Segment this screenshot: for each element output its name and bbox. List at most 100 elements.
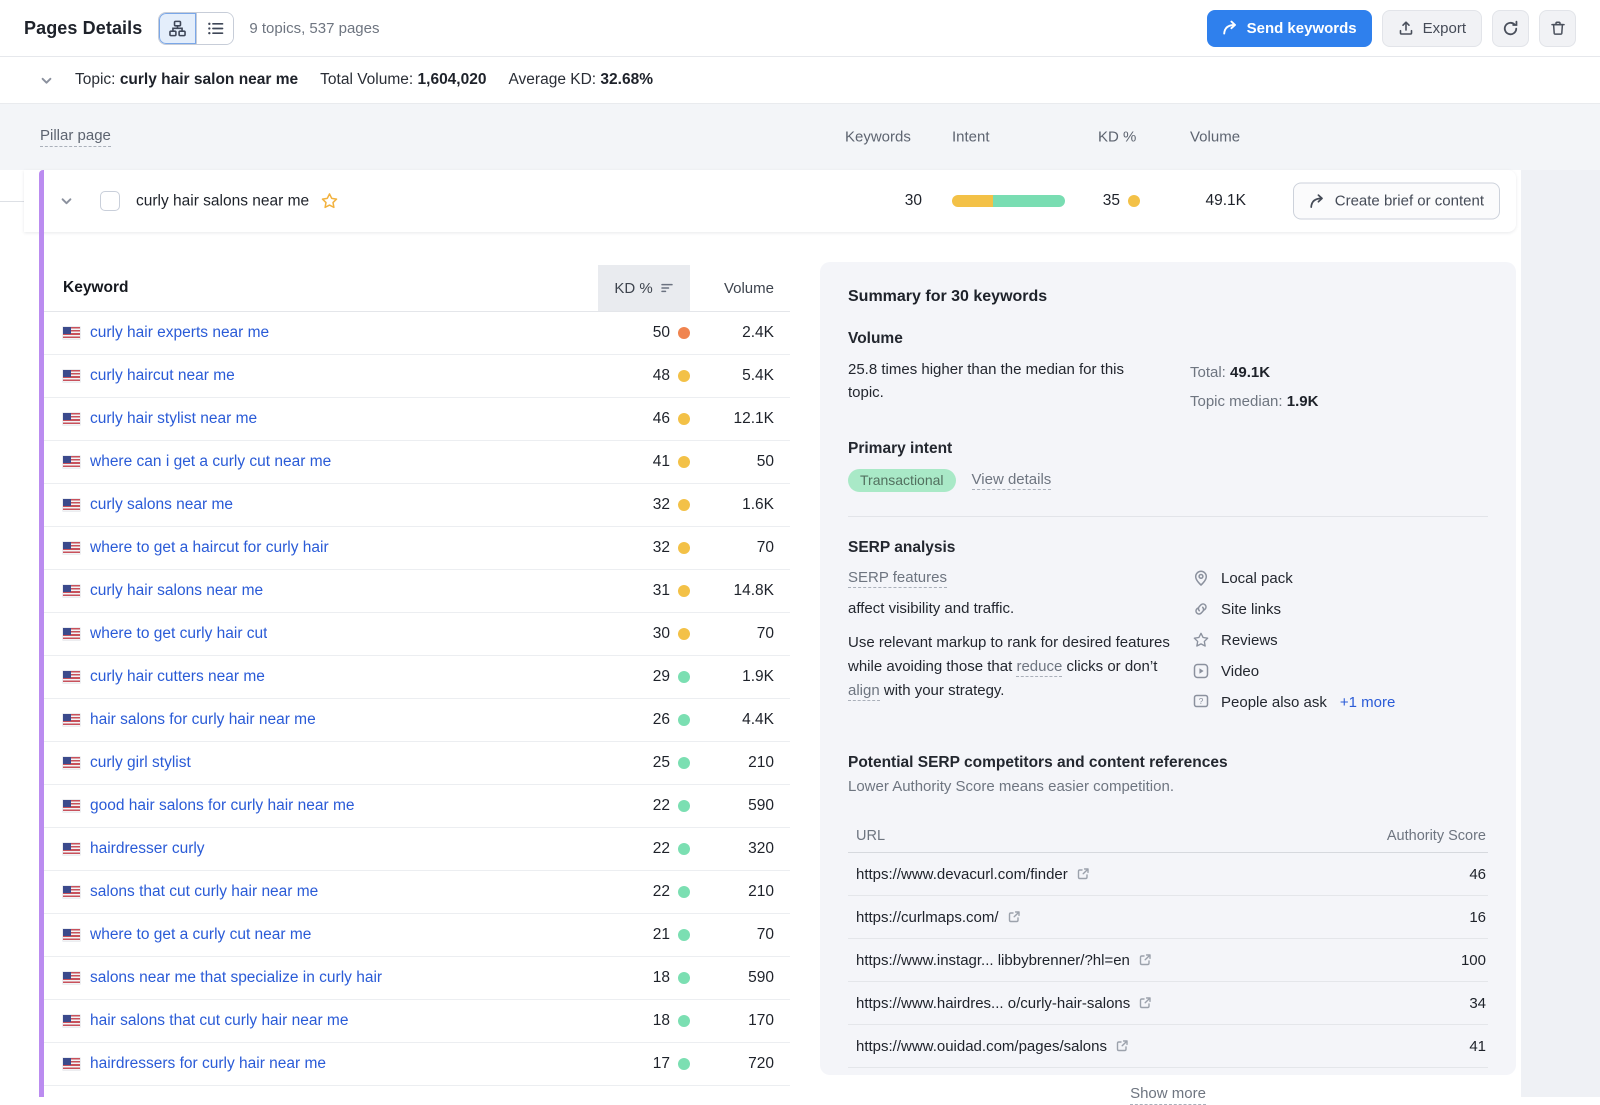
intent-badge: Transactional bbox=[848, 469, 956, 492]
favorite-star-icon[interactable] bbox=[320, 192, 339, 211]
keyword-link[interactable]: curly salons near me bbox=[90, 496, 233, 514]
summary-panel: Summary for 30 keywords Volume 25.8 time… bbox=[820, 262, 1516, 1075]
kd-value: 26 bbox=[653, 711, 670, 729]
keyword-table-header: Keyword KD % Volume bbox=[44, 265, 790, 312]
send-keywords-button[interactable]: Send keywords bbox=[1207, 10, 1372, 47]
competitor-url-link[interactable]: https://www.hairdres... o/curly-hair-sal… bbox=[856, 995, 1130, 1012]
kd-level-dot bbox=[678, 843, 690, 855]
external-link-icon[interactable] bbox=[1115, 1039, 1129, 1053]
serp-features-link[interactable]: SERP features bbox=[848, 569, 947, 588]
kd-level-dot bbox=[678, 628, 690, 640]
volume-value: 210 bbox=[690, 883, 774, 901]
keyword-row: curly haircut near me 48 5.4K bbox=[44, 355, 790, 398]
map-pin-icon bbox=[1192, 569, 1210, 587]
competitors-heading: Potential SERP competitors and content r… bbox=[848, 754, 1488, 772]
competitor-url-link[interactable]: https://www.devacurl.com/finder bbox=[856, 866, 1068, 883]
kd-value: 18 bbox=[653, 1012, 670, 1030]
align-link[interactable]: align bbox=[848, 682, 880, 701]
competitor-url-link[interactable]: https://www.ouidad.com/pages/salons bbox=[856, 1038, 1107, 1055]
keyword-link[interactable]: curly hair experts near me bbox=[90, 324, 269, 342]
list-view-button[interactable] bbox=[196, 13, 233, 44]
pillar-page-column-header[interactable]: Pillar page bbox=[40, 127, 111, 147]
external-link-icon[interactable] bbox=[1076, 867, 1090, 881]
keyword-row: curly hair experts near me 50 2.4K bbox=[44, 312, 790, 355]
volume-value: 170 bbox=[690, 1012, 774, 1030]
keyword-link[interactable]: hair salons that cut curly hair near me bbox=[90, 1012, 348, 1030]
kd-value: 29 bbox=[653, 668, 670, 686]
competitor-url-link[interactable]: https://www.instagr... libbybrenner/?hl=… bbox=[856, 952, 1130, 969]
pillar-page-title[interactable]: curly hair salons near me bbox=[136, 192, 309, 210]
kd-level-dot bbox=[678, 542, 690, 554]
kd-level-dot bbox=[678, 1058, 690, 1070]
trash-icon bbox=[1550, 20, 1566, 36]
authority-score-value: 16 bbox=[1366, 909, 1486, 926]
kd-sort-header[interactable]: KD % bbox=[598, 265, 690, 311]
create-brief-button[interactable]: Create brief or content bbox=[1293, 183, 1500, 220]
competitor-url-link[interactable]: https://curlmaps.com/ bbox=[856, 909, 999, 926]
topic-collapse-chevron-icon[interactable] bbox=[40, 74, 53, 87]
kd-level-dot bbox=[678, 456, 690, 468]
refresh-icon bbox=[1502, 20, 1519, 37]
keyword-link[interactable]: salons that cut curly hair near me bbox=[90, 883, 318, 901]
more-features-link[interactable]: +1 more bbox=[1340, 694, 1395, 711]
competitor-row: https://www.hairdres... o/curly-hair-sal… bbox=[848, 982, 1488, 1025]
keyword-link[interactable]: salons near me that specialize in curly … bbox=[90, 969, 382, 987]
keyword-link[interactable]: where to get curly hair cut bbox=[90, 625, 267, 643]
pillar-volume-value: 49.1K bbox=[1146, 192, 1246, 210]
kd-value: 46 bbox=[653, 410, 670, 428]
volume-description: 25.8 times higher than the median for th… bbox=[848, 358, 1160, 416]
keyword-link[interactable]: hairdresser curly bbox=[90, 840, 205, 858]
us-flag-icon bbox=[63, 585, 80, 597]
keyword-link[interactable]: hairdressers for curly hair near me bbox=[90, 1055, 326, 1073]
kd-level-dot bbox=[678, 1015, 690, 1027]
keyword-header: Keyword bbox=[44, 265, 598, 311]
kd-value: 30 bbox=[653, 625, 670, 643]
competitor-rows: https://www.devacurl.com/finder 46 https… bbox=[848, 853, 1488, 1068]
delete-button[interactable] bbox=[1539, 10, 1576, 47]
total-value: 49.1K bbox=[1230, 364, 1270, 381]
keyword-row: where to get a curly cut near me 21 70 bbox=[44, 914, 790, 957]
hierarchy-view-button[interactable] bbox=[159, 13, 196, 44]
us-flag-icon bbox=[63, 800, 80, 812]
kd-level-dot bbox=[678, 714, 690, 726]
kd-level-dot bbox=[678, 972, 690, 984]
primary-intent-heading: Primary intent bbox=[848, 440, 1488, 458]
refresh-button[interactable] bbox=[1492, 10, 1529, 47]
keyword-link[interactable]: where can i get a curly cut near me bbox=[90, 453, 331, 471]
external-link-icon[interactable] bbox=[1138, 996, 1152, 1010]
keyword-link[interactable]: where to get a haircut for curly hair bbox=[90, 539, 329, 557]
export-button[interactable]: Export bbox=[1382, 10, 1482, 47]
pillar-checkbox[interactable] bbox=[100, 191, 120, 211]
keyword-link[interactable]: curly hair salons near me bbox=[90, 582, 263, 600]
keyword-row: hair salons that cut curly hair near me … bbox=[44, 1000, 790, 1043]
keyword-link[interactable]: good hair salons for curly hair near me bbox=[90, 797, 355, 815]
keyword-row: hair salons for curly hair near me 26 4.… bbox=[44, 699, 790, 742]
kd-level-dot bbox=[1128, 195, 1140, 207]
keywords-column-header: Keywords bbox=[845, 129, 911, 146]
us-flag-icon bbox=[63, 499, 80, 511]
kd-value: 41 bbox=[653, 453, 670, 471]
volume-value: 4.4K bbox=[690, 711, 774, 729]
keyword-row: where can i get a curly cut near me 41 5… bbox=[44, 441, 790, 484]
us-flag-icon bbox=[63, 671, 80, 683]
kd-level-dot bbox=[678, 370, 690, 382]
keyword-link[interactable]: curly hair stylist near me bbox=[90, 410, 257, 428]
reduce-link[interactable]: reduce bbox=[1016, 658, 1062, 677]
volume-value: 14.8K bbox=[690, 582, 774, 600]
show-more-link[interactable]: Show more bbox=[1130, 1085, 1206, 1105]
keyword-link[interactable]: where to get a curly cut near me bbox=[90, 926, 311, 944]
view-details-link[interactable]: View details bbox=[972, 471, 1052, 490]
keyword-link[interactable]: curly hair cutters near me bbox=[90, 668, 265, 686]
keyword-link[interactable]: hair salons for curly hair near me bbox=[90, 711, 316, 729]
external-link-icon[interactable] bbox=[1007, 910, 1021, 924]
kd-level-dot bbox=[678, 886, 690, 898]
pillar-expand-chevron-icon[interactable] bbox=[60, 195, 73, 208]
kd-value: 32 bbox=[653, 496, 670, 514]
kd-value: 21 bbox=[653, 926, 670, 944]
feature-video: Video bbox=[1192, 662, 1488, 680]
keyword-link[interactable]: curly girl stylist bbox=[90, 754, 191, 772]
us-flag-icon bbox=[63, 843, 80, 855]
keyword-link[interactable]: curly haircut near me bbox=[90, 367, 235, 385]
volume-value: 2.4K bbox=[690, 324, 774, 342]
external-link-icon[interactable] bbox=[1138, 953, 1152, 967]
